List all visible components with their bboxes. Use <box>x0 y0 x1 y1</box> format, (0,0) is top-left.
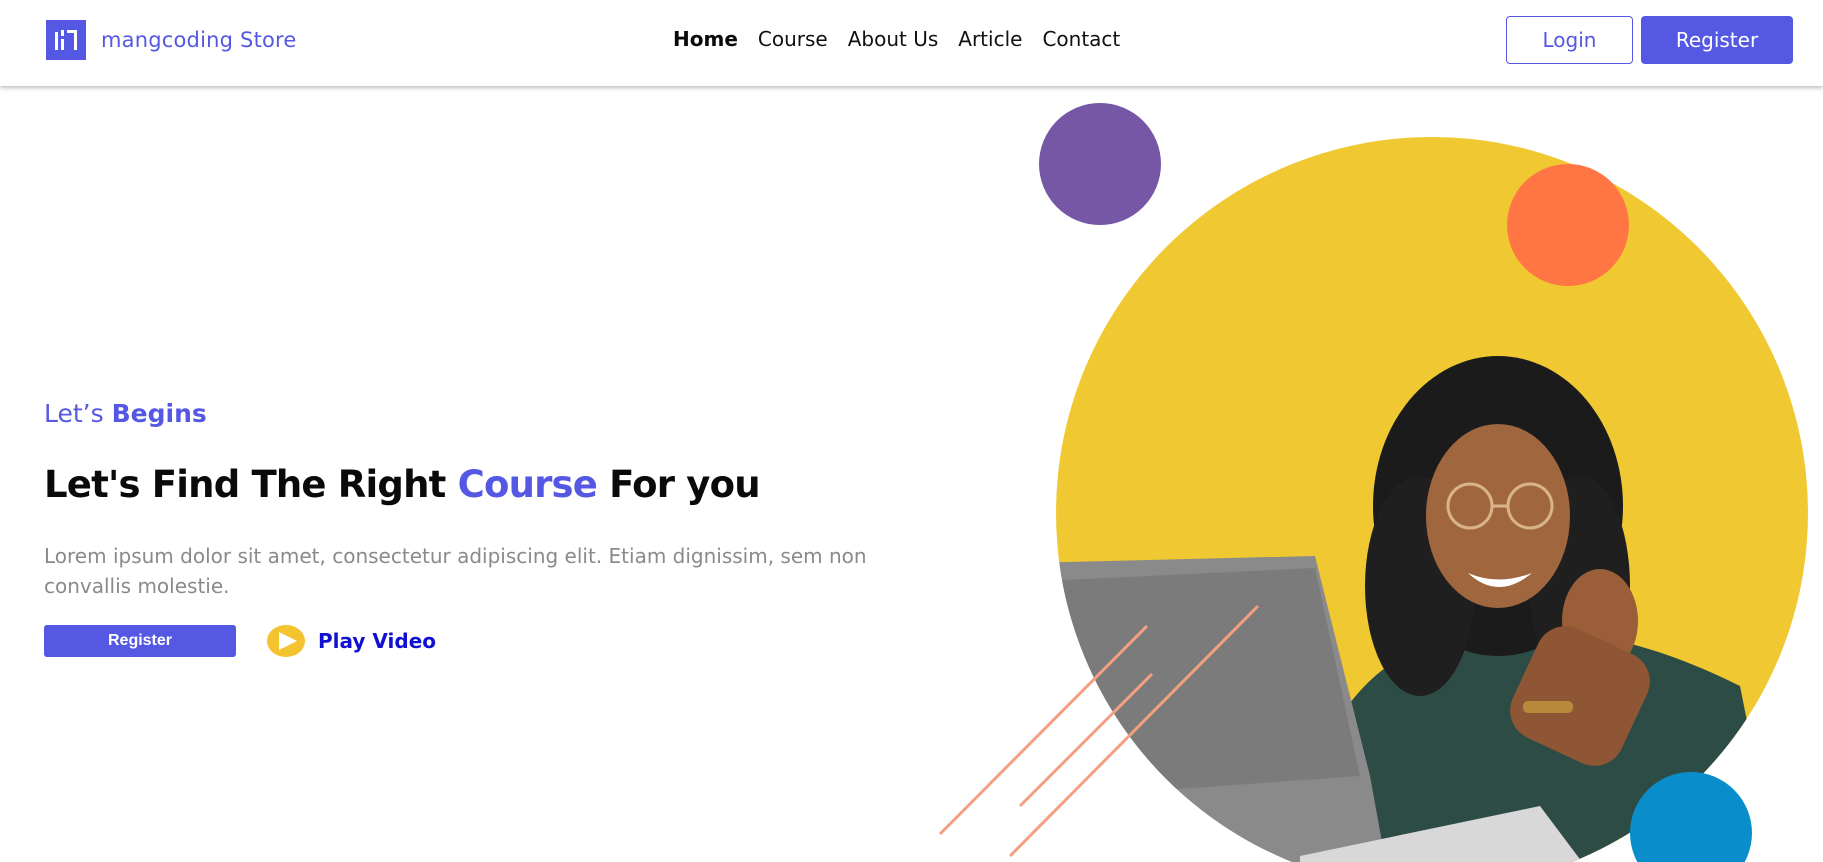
hero-eyebrow: Let’s Begins <box>44 399 207 428</box>
eyebrow-bold: Begins <box>111 399 207 428</box>
hero-register-button[interactable]: Register <box>44 625 236 657</box>
nav-article[interactable]: Article <box>958 27 1022 51</box>
headline-start: Let's Find The Right <box>44 463 458 506</box>
top-navbar: mangcoding Store Home Course About Us Ar… <box>0 0 1823 86</box>
main-nav: Home Course About Us Article Contact <box>673 27 1140 51</box>
hero-illustration <box>920 86 1823 862</box>
login-button[interactable]: Login <box>1506 16 1633 64</box>
streak-line <box>938 624 1149 836</box>
nav-course[interactable]: Course <box>758 27 828 51</box>
play-video-button[interactable]: Play Video <box>267 625 436 657</box>
headline-accent: Course <box>457 463 598 506</box>
play-video-label[interactable]: Play Video <box>318 629 436 653</box>
brand-name[interactable]: mangcoding Store <box>101 28 297 52</box>
hero-illustration-svg <box>938 103 1808 862</box>
mangcoding-logo-icon[interactable] <box>46 20 86 60</box>
nav-about-us[interactable]: About Us <box>848 27 939 51</box>
hero-description: Lorem ipsum dolor sit amet, consectetur … <box>44 544 867 598</box>
orange-dot <box>1507 164 1629 286</box>
streak-line <box>1018 672 1154 808</box>
play-icon[interactable] <box>267 625 305 657</box>
nav-home[interactable]: Home <box>673 27 738 51</box>
headline-end: For you <box>597 463 760 506</box>
hero-headline: Let's Find The Right Course For you <box>44 463 761 506</box>
nav-contact[interactable]: Contact <box>1042 27 1120 51</box>
eyebrow-prefix: Let’s <box>44 399 112 428</box>
header-register-button[interactable]: Register <box>1641 16 1793 64</box>
purple-dot <box>1039 103 1161 225</box>
